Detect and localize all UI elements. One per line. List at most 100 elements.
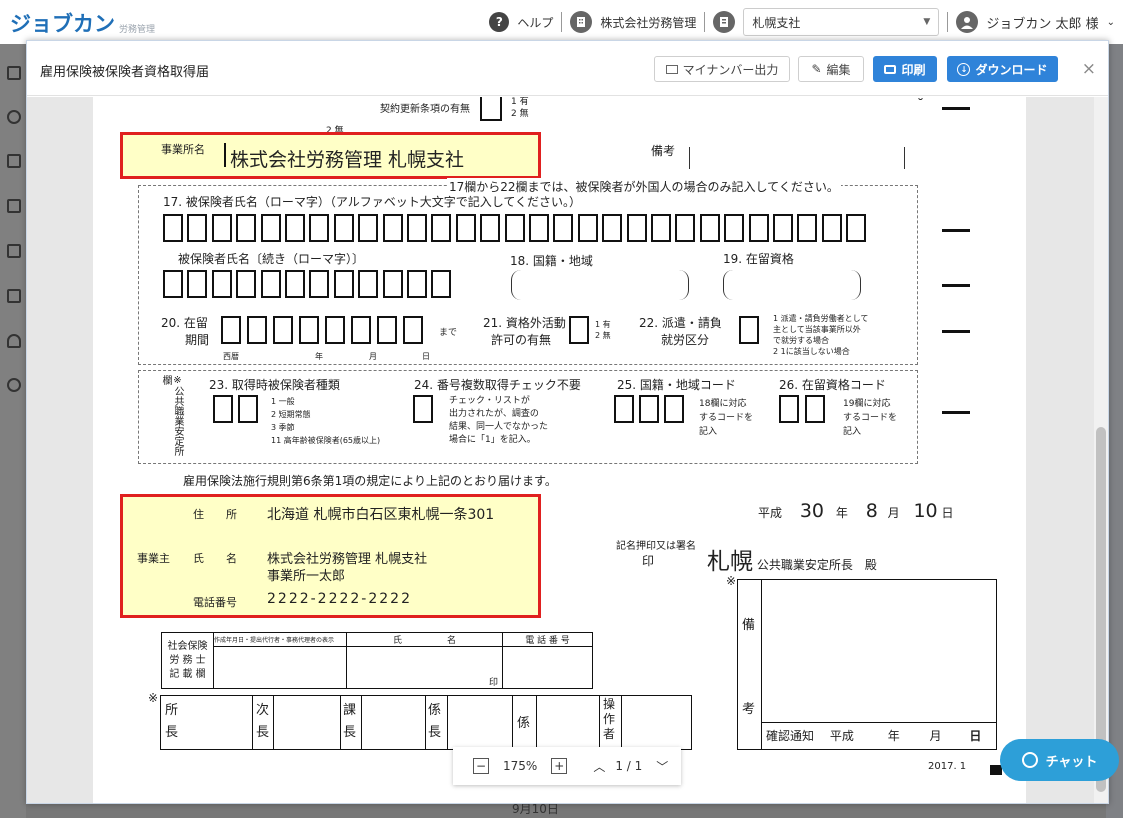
field21-box[interactable] (569, 316, 589, 344)
field25-box1[interactable] (614, 395, 634, 423)
company-name[interactable]: 株式会社労務管理 (600, 14, 696, 31)
char-box[interactable] (748, 214, 769, 242)
char-box[interactable] (187, 214, 208, 242)
card-icon[interactable] (7, 289, 21, 303)
field24-box[interactable] (413, 395, 433, 423)
char-box[interactable] (247, 316, 267, 344)
checkbox-contract[interactable] (480, 97, 502, 121)
stay-period-boxes[interactable] (221, 316, 431, 348)
pdf-viewer[interactable]: 契約更新条項の有無 1 有 2 無 2 無 ˘ 事業所名 株式会社労務管理 札幌… (27, 97, 1108, 803)
edit-icon[interactable] (7, 154, 21, 168)
char-box[interactable] (163, 214, 183, 242)
char-box[interactable] (299, 316, 319, 344)
help-icon[interactable]: ? (489, 12, 510, 32)
field25-box2[interactable] (639, 395, 659, 423)
zoom-out-button[interactable]: − (473, 758, 489, 774)
chevron-down-icon[interactable]: ⌄ (1107, 17, 1115, 28)
char-box[interactable] (187, 270, 208, 298)
branch-icon (713, 11, 736, 33)
char-box[interactable] (403, 316, 423, 344)
char-box[interactable] (504, 214, 525, 242)
char-box[interactable] (626, 214, 647, 242)
char-box[interactable] (236, 214, 257, 242)
zoom-in-button[interactable]: + (551, 758, 568, 774)
char-box[interactable] (260, 214, 281, 242)
edit-button[interactable]: ✎ 編集 (798, 56, 864, 82)
document-icon[interactable] (7, 199, 21, 213)
chat-button[interactable]: チャット (1000, 739, 1119, 781)
field26-box2[interactable] (805, 395, 825, 423)
char-box[interactable] (377, 316, 397, 344)
field23-box2[interactable] (238, 395, 258, 423)
field22-box[interactable] (739, 316, 759, 344)
char-box[interactable] (651, 214, 671, 242)
char-box[interactable] (333, 270, 354, 298)
field25-box3[interactable] (664, 395, 684, 423)
char-box[interactable] (382, 270, 403, 298)
mynumber-export-button[interactable]: マイナンバー出力 (654, 56, 790, 82)
char-box[interactable] (675, 214, 696, 242)
char-box[interactable] (325, 316, 345, 344)
pencil-icon: ✎ (811, 62, 822, 76)
char-box[interactable] (309, 270, 330, 298)
char-box[interactable] (480, 214, 501, 242)
char-box[interactable] (455, 214, 476, 242)
char-box[interactable] (602, 214, 623, 242)
vertical-scrollbar[interactable] (1094, 97, 1108, 803)
name-value2: 事業所一太郎 (267, 569, 346, 584)
sr-cell[interactable] (502, 646, 593, 689)
char-box[interactable] (773, 214, 793, 242)
name-roman-cont-boxes[interactable] (163, 270, 463, 302)
name-roman-boxes[interactable] (163, 214, 913, 246)
char-box[interactable] (285, 270, 305, 298)
field18-bracket (511, 270, 689, 300)
char-box[interactable] (211, 214, 232, 242)
user-name[interactable]: ジョブカン 太郎 様 (986, 13, 1098, 32)
char-box[interactable] (163, 270, 183, 298)
bell-icon[interactable] (7, 334, 21, 348)
char-box[interactable] (221, 316, 241, 344)
close-icon[interactable]: × (1082, 59, 1096, 79)
char-box[interactable] (797, 214, 818, 242)
char-box[interactable] (333, 214, 354, 242)
field26-box1[interactable] (779, 395, 799, 423)
char-box[interactable] (431, 270, 452, 298)
char-box[interactable] (358, 270, 379, 298)
user-avatar-icon[interactable] (956, 11, 979, 33)
chevron-up-icon[interactable]: ︿ (593, 758, 605, 775)
char-box[interactable] (553, 214, 574, 242)
char-box[interactable] (846, 214, 867, 242)
char-box[interactable] (529, 214, 549, 242)
side-label: ※公共職業安定所欄 (160, 375, 183, 456)
gear-icon[interactable] (7, 378, 21, 392)
char-box[interactable] (431, 214, 452, 242)
report-icon[interactable] (7, 244, 21, 258)
download-button[interactable]: ↓ ダウンロード (947, 56, 1058, 82)
field23-box1[interactable] (213, 395, 233, 423)
scrollbar-thumb[interactable] (1096, 427, 1106, 792)
char-box[interactable] (407, 214, 427, 242)
grid-icon[interactable] (7, 66, 21, 80)
users-icon[interactable] (7, 110, 21, 124)
char-box[interactable] (821, 214, 842, 242)
sr-cell[interactable] (213, 646, 347, 689)
char-box[interactable] (236, 270, 257, 298)
print-button[interactable]: 印刷 (873, 56, 937, 82)
branch-select[interactable]: 札幌支社 ▼ (743, 8, 940, 36)
char-box[interactable] (285, 214, 305, 242)
char-box[interactable] (273, 316, 293, 344)
char-box[interactable] (309, 214, 330, 242)
char-box[interactable] (382, 214, 403, 242)
char-box[interactable] (211, 270, 232, 298)
margin-mark (942, 284, 970, 287)
char-box[interactable] (260, 270, 281, 298)
char-box[interactable] (358, 214, 379, 242)
char-box[interactable] (351, 316, 371, 344)
char-box[interactable] (577, 214, 598, 242)
char-box[interactable] (699, 214, 720, 242)
app-logo[interactable]: ジョブカン 労務管理 (10, 8, 155, 38)
help-link[interactable]: ヘルプ (517, 14, 553, 31)
char-box[interactable] (724, 214, 745, 242)
char-box[interactable] (407, 270, 427, 298)
chevron-down-icon[interactable]: ﹀ (656, 758, 668, 775)
